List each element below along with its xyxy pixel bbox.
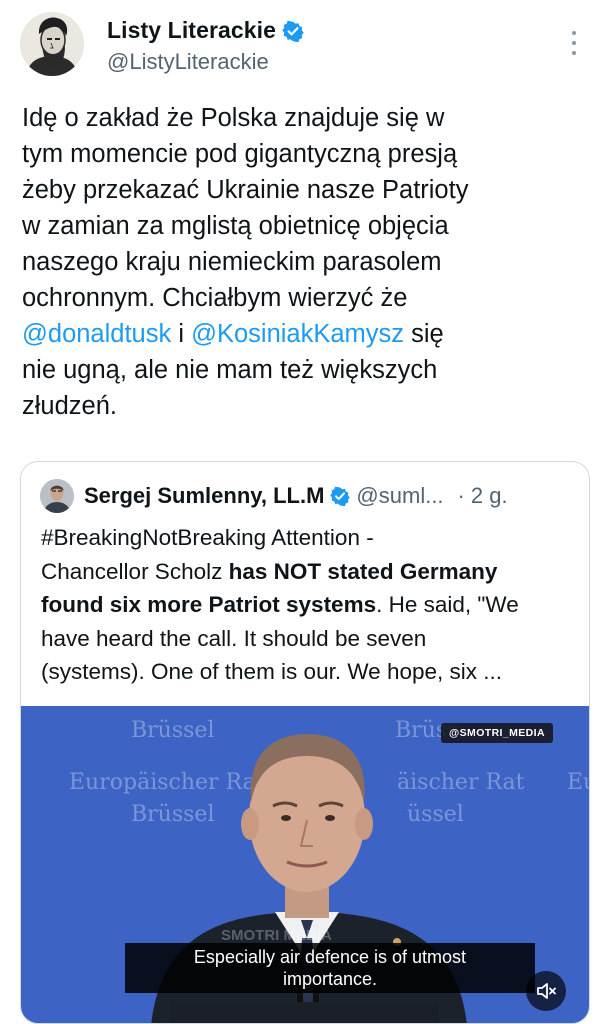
tweet-line: naszego kraju niemieckim parasolem — [22, 248, 442, 276]
quoted-tweet-header: Sergej Sumlenny, LL.M @suml... · 2 g. — [40, 479, 508, 513]
quoted-line: (systems). One of them is our. We hope, … — [41, 659, 502, 684]
tweet-line: złudzeń. — [22, 392, 117, 420]
quoted-author-avatar[interactable] — [40, 479, 74, 513]
quoted-bold-fragment: has NOT stated Germany — [228, 558, 498, 584]
verified-badge-icon — [282, 20, 304, 42]
faint-watermark-text: SMOTRI MEDIA — [221, 927, 332, 944]
video-player[interactable]: Brüssel Brüss Europäischer Rat äischer R… — [21, 706, 589, 1023]
subtitle-line: Especially air defence is of utmost — [193, 947, 467, 967]
tweet-line: nie ugną, ale nie mam też większych — [22, 356, 438, 384]
tweet-line: ochronnym. Chciałbym wierzyć że — [22, 284, 408, 312]
video-subtitle: Especially air defence is of utmost impo… — [125, 943, 535, 993]
speaker-muted-icon[interactable] — [526, 971, 566, 1011]
verified-badge-icon — [330, 486, 351, 506]
quoted-line: found six more Patriot systems. He said,… — [41, 588, 576, 622]
author-name-row: Listy Literackie — [107, 17, 304, 44]
tweet-line: w zamian za mglistą obietnicę objęcia — [22, 212, 449, 240]
quoted-tweet-text: #BreakingNotBreaking Attention - Chancel… — [41, 521, 576, 689]
tweet-line-mentions: @donaldtusk i @KosiniakKamysz się — [22, 316, 592, 352]
tweet-line: Idę o zakład że Polska znajduje się w — [22, 104, 445, 132]
author-display-name[interactable]: Listy Literackie — [107, 17, 276, 44]
portrait-avatar-icon — [20, 12, 84, 76]
quoted-author-handle[interactable]: @suml... — [356, 483, 443, 509]
tweet-line: tym momencie pod gigantyczną presją — [22, 140, 458, 168]
quoted-line: #BreakingNotBreaking Attention - — [41, 525, 374, 550]
tweet-line: żeby przekazać Ukrainie nasze Patrioty — [22, 176, 469, 204]
author-avatar[interactable] — [20, 12, 84, 76]
quoted-bold-fragment: found six more Patriot systems — [41, 592, 377, 617]
more-options-icon[interactable] — [562, 28, 586, 58]
tweet-text: Idę o zakład że Polska znajduje się w ty… — [22, 100, 592, 424]
quoted-line: have heard the call. It should be seven — [41, 625, 427, 651]
tweet-text-fragment: i — [171, 320, 192, 348]
separator-dot: · — [457, 483, 465, 508]
author-handle[interactable]: @ListyLiterackie — [107, 49, 269, 75]
quoted-text-fragment: . He said, "We — [376, 592, 519, 617]
mention-kosiniakkamysz-link[interactable]: @KosiniakKamysz — [191, 320, 404, 348]
quoted-author-display-name[interactable]: Sergej Sumlenny, LL.M — [84, 483, 324, 509]
quoted-tweet-card[interactable]: Sergej Sumlenny, LL.M @suml... · 2 g. #B… — [20, 461, 590, 1024]
quoted-tweet-time[interactable]: 2 g. — [471, 483, 508, 509]
mention-donaldtusk-link[interactable]: @donaldtusk — [22, 320, 171, 348]
video-watermark: @SMOTRI_MEDIA — [441, 723, 553, 743]
quoted-text-fragment: Chancellor Scholz — [41, 558, 229, 584]
tweet-text-fragment: się — [404, 320, 444, 348]
subtitle-line: importance. — [282, 969, 378, 989]
quoted-line: Chancellor Scholz has NOT stated Germany — [41, 555, 576, 589]
tweet-header: Listy Literackie @ListyLiterackie — [0, 0, 609, 92]
